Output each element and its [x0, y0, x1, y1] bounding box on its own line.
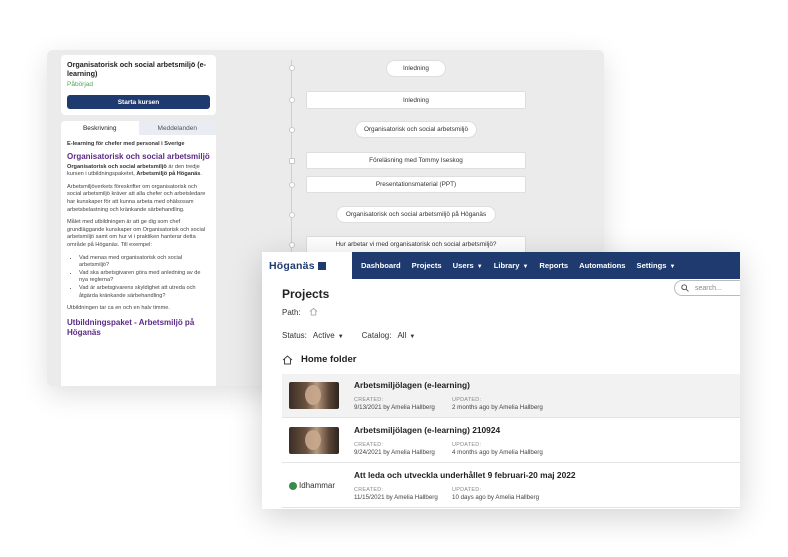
presenter-photo [289, 427, 339, 454]
search-icon [681, 284, 689, 292]
chevron-down-icon: ▼ [409, 334, 416, 340]
bullet-item: Vad ska arbetsgivaren göra med anledning… [79, 270, 210, 285]
bullet-item: Vad menas med organisatorisk och social … [79, 255, 210, 270]
project-row[interactable]: Arbetsmiljölagen (e-learning) 210924 CRE… [282, 419, 740, 463]
course-description: E-learning för chefer med personal i Sve… [61, 135, 216, 338]
home-folder-header[interactable]: Home folder [282, 354, 356, 365]
logo-mark-icon [317, 261, 326, 270]
timeline-node[interactable]: Föreläsning med Tommy Iseskog [306, 152, 526, 169]
nav-projects[interactable]: Projects [412, 261, 442, 270]
search-input[interactable]: search... [674, 280, 740, 296]
updated-value: 2 months ago by Amelia Hallberg [452, 404, 543, 411]
description-paragraph: Utbildningen tar ca en och en halv timme… [67, 305, 170, 312]
play-icon [289, 158, 295, 164]
nav-reports[interactable]: Reports [539, 261, 568, 270]
updated-label: UPDATED: [452, 397, 482, 403]
home-icon[interactable] [309, 307, 318, 316]
catalog-filter-label: Catalog: [361, 331, 392, 340]
chevron-down-icon: ▼ [669, 264, 676, 270]
search-placeholder: search... [695, 284, 722, 292]
logo[interactable]: Höganäs [262, 252, 352, 279]
project-thumbnail: Idhammar [289, 472, 339, 499]
course-status: Påbörjad [67, 81, 94, 88]
created-value: 9/24/2021 by Amelia Hallberg [354, 449, 435, 456]
start-course-button[interactable]: Starta kursen [67, 95, 210, 109]
project-name[interactable]: Arbetsmiljölagen (e-learning) [354, 380, 470, 390]
created-value: 11/15/2021 by Amelia Hallberg [354, 494, 438, 501]
logo-text: Höganäs [269, 259, 315, 272]
project-name[interactable]: Att leda och utveckla underhållet 9 febr… [354, 470, 576, 480]
page-title: Projects [282, 287, 330, 301]
updated-value: 10 days ago by Amelia Hallberg [452, 494, 540, 501]
nav-dashboard[interactable]: Dashboard [361, 261, 401, 270]
timeline-dot [289, 212, 295, 218]
course-side-panel: Beskrivning Meddelanden E-learning för c… [61, 121, 216, 386]
nav-library[interactable]: Library ▼ [494, 261, 529, 270]
description-bullets: Vad menas med organisatorisk och social … [79, 255, 210, 301]
status-filter-select[interactable]: Active ▼ [313, 331, 344, 340]
thumbnail-logo-text: Idhammar [299, 481, 336, 490]
folder-title: Home folder [301, 354, 357, 365]
idhammar-logo-icon [289, 481, 297, 490]
timeline-node[interactable]: Presentationsmaterial (PPT) [306, 176, 526, 193]
description-paragraph: Arbetsmiljöverkets föreskrifter om organ… [67, 183, 206, 213]
tab-description[interactable]: Beskrivning [61, 121, 139, 135]
timeline-dot [289, 242, 295, 248]
projects-window: Dashboard Projects Users ▼ Library ▼ Repor… [262, 252, 740, 509]
nav-users[interactable]: Users ▼ [453, 261, 483, 270]
project-row[interactable]: Arbetsmiljölagen (e-learning) CREATED: 9… [282, 374, 740, 418]
description-subtitle: E-learning för chefer med personal i Sve… [67, 141, 185, 147]
course-title: Organisatorisk och social arbetsmiljö (e… [67, 60, 207, 78]
created-label: CREATED: [354, 487, 384, 493]
presenter-photo [289, 382, 339, 409]
status-filter-label: Status: [282, 331, 307, 340]
updated-value: 4 months ago by Amelia Hallberg [452, 449, 543, 456]
filters: Status: Active ▼ Catalog: All ▼ [282, 331, 433, 340]
timeline-node[interactable]: Organisatorisk och social arbetsmiljö på… [336, 206, 496, 223]
top-navigation: Dashboard Projects Users ▼ Library ▼ Repor… [262, 252, 740, 279]
description-intro: Organisatorisk och social arbetsmiljö är… [67, 163, 202, 178]
nav-settings[interactable]: Settings ▼ [637, 261, 676, 270]
timeline-dot [289, 127, 295, 133]
project-thumbnail [289, 427, 339, 454]
created-label: CREATED: [354, 397, 384, 403]
timeline-node[interactable]: Inledning [386, 60, 446, 77]
course-card: Organisatorisk och social arbetsmiljö (e… [61, 55, 216, 115]
created-label: CREATED: [354, 442, 384, 448]
side-tabs: Beskrivning Meddelanden [61, 121, 216, 135]
timeline-dot [289, 65, 295, 71]
created-value: 9/13/2021 by Amelia Hallberg [354, 404, 435, 411]
project-thumbnail [289, 382, 339, 409]
timeline-node[interactable]: Inledning [306, 91, 526, 109]
timeline-dot [289, 182, 295, 188]
project-row[interactable]: Idhammar Att leda och utveckla underhåll… [282, 464, 740, 508]
updated-label: UPDATED: [452, 487, 482, 493]
screenshot-composite: Organisatorisk och social arbetsmiljö (e… [0, 0, 788, 557]
tab-messages[interactable]: Meddelanden [139, 121, 217, 135]
chevron-down-icon: ▼ [337, 334, 344, 340]
description-paragraph: Målet med utbildningen är att ge dig som… [67, 219, 206, 248]
path-label: Path: [282, 308, 301, 317]
chevron-down-icon: ▼ [522, 264, 529, 270]
project-name[interactable]: Arbetsmiljölagen (e-learning) 210924 [354, 425, 500, 435]
updated-label: UPDATED: [452, 442, 482, 448]
description-heading: Organisatorisk och social arbetsmiljö [67, 151, 210, 161]
timeline-dot [289, 97, 295, 103]
chevron-down-icon: ▼ [476, 264, 483, 270]
home-icon [282, 354, 293, 364]
timeline-node[interactable]: Organisatorisk och social arbetsmiljö [355, 121, 477, 138]
nav-bar: Dashboard Projects Users ▼ Library ▼ Repor… [340, 252, 740, 279]
bullet-item: Vad är arbetsgivarens skyldighet att utr… [79, 285, 210, 300]
timeline-node[interactable]: Hur arbetar vi med organisatorisk och so… [306, 236, 526, 253]
nav-automations[interactable]: Automations [579, 261, 625, 270]
catalog-filter-select[interactable]: All ▼ [397, 331, 415, 340]
description-heading-2: Utbildningspaket - Arbetsmiljö på Höganä… [67, 317, 195, 337]
